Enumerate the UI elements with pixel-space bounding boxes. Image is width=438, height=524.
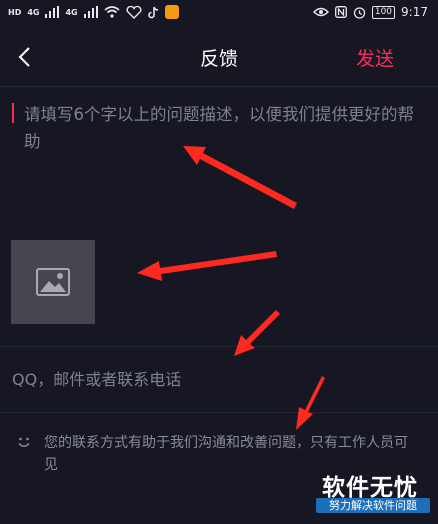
divider — [0, 346, 438, 347]
contact-info-input[interactable] — [12, 366, 422, 392]
status-bar: HD 4G 4G 100 9:17 — [0, 0, 438, 28]
watermark-title: 软件无忧 — [322, 475, 418, 501]
smiley-icon — [18, 437, 30, 448]
divider — [0, 412, 438, 413]
signal-icon-2 — [83, 6, 98, 18]
alarm-icon — [353, 6, 366, 19]
watermark-logo: 软件无忧 努力解决软件问题 — [314, 466, 432, 516]
hd-indicator: HD — [8, 7, 22, 17]
watermark-subtitle: 努力解决软件问题 — [316, 498, 430, 513]
heart-monitor-icon — [126, 5, 142, 19]
wifi-icon — [104, 6, 120, 18]
clock: 9:17 — [401, 5, 428, 19]
signal-icon — [45, 6, 60, 18]
app-notification-icon — [164, 5, 179, 19]
tiktok-icon — [147, 6, 158, 18]
nfc-icon — [334, 6, 347, 18]
send-button[interactable]: 发送 — [356, 44, 394, 71]
eye-icon — [312, 7, 329, 17]
feedback-description-placeholder: 请填写6个字以上的问题描述，以便我们提供更好的帮助 — [24, 105, 414, 151]
text-cursor — [12, 103, 14, 123]
image-icon — [36, 268, 70, 296]
battery-indicator: 100 — [371, 5, 396, 19]
add-image-button[interactable] — [11, 240, 95, 324]
network-type-2: 4G — [65, 7, 78, 17]
top-nav-bar: 反馈 发送 — [0, 28, 438, 87]
annotation-arrow — [137, 251, 277, 281]
annotation-arrow — [234, 310, 280, 356]
status-bar-right: 100 9:17 — [312, 5, 428, 19]
status-bar-left: HD 4G 4G — [8, 5, 179, 19]
network-type-1: 4G — [27, 7, 40, 17]
